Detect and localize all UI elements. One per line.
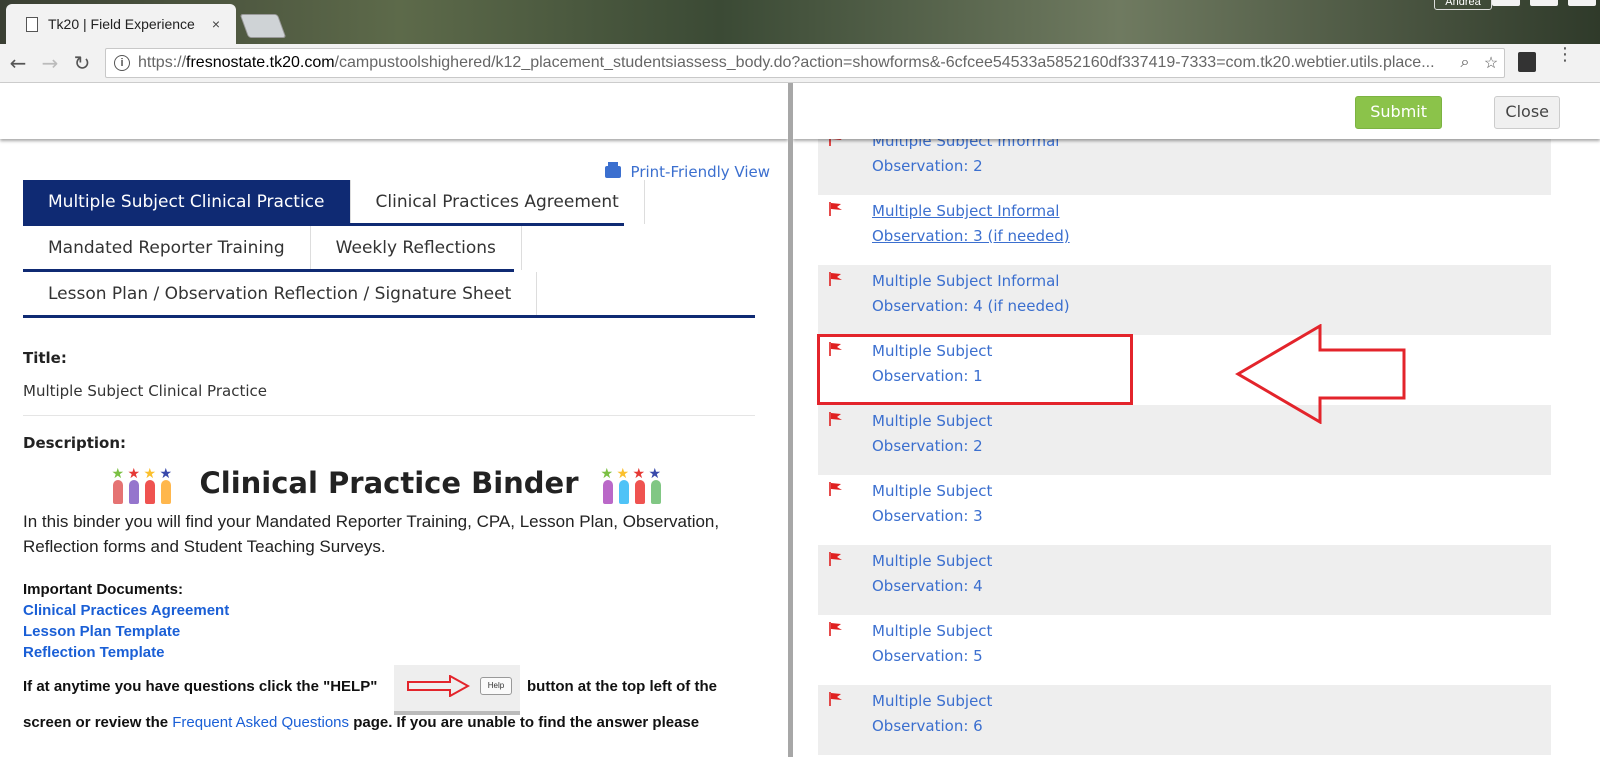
kids-clipart-right: ★ ★ ★ ★	[601, 466, 667, 504]
binder-heading: ★ ★ ★ ★ Clinical Practice Binder ★ ★ ★ ★	[23, 466, 755, 504]
title-label: Title:	[23, 349, 67, 367]
tab-underline	[23, 315, 755, 318]
printer-icon	[604, 162, 621, 178]
separator	[23, 415, 755, 416]
browser-menu-icon[interactable]: ⋮	[1556, 46, 1574, 64]
tab-mandated-reporter-training[interactable]: Mandated Reporter Training	[23, 226, 311, 270]
help-text-before: If at anytime you have questions click t…	[23, 678, 378, 695]
submit-button[interactable]: Submit	[1355, 96, 1442, 129]
observation-link[interactable]: Multiple Subject Informal Observation: 2	[872, 139, 1059, 179]
observation-link[interactable]: Multiple Subject Informal Observation: 4 …	[872, 269, 1070, 319]
tab-clinical-practices-agreement[interactable]: Clinical Practices Agreement	[351, 180, 645, 224]
tab-multiple-subject-clinical-practice[interactable]: Multiple Subject Clinical Practice	[23, 180, 351, 224]
tab-lesson-plan-observation-reflection[interactable]: Lesson Plan / Observation Reflection / S…	[23, 272, 538, 316]
print-friendly-link[interactable]: Print-Friendly View	[604, 162, 770, 181]
flag-icon	[829, 139, 842, 146]
clinical-practices-agreement-link[interactable]: Clinical Practices Agreement	[23, 602, 229, 619]
lesson-plan-template-link[interactable]: Lesson Plan Template	[23, 623, 180, 640]
right-header-bar: Submit Close	[793, 83, 1600, 139]
observation-item[interactable]: Multiple Subject Observation: 3	[818, 475, 1551, 545]
profile-button[interactable]: Andrea	[1434, 0, 1492, 10]
minimize-button[interactable]	[1492, 0, 1520, 6]
title-value: Multiple Subject Clinical Practice	[23, 382, 267, 400]
faq-link[interactable]: Frequent Asked Questions	[172, 714, 349, 731]
observation-link[interactable]: Multiple Subject Observation: 3	[872, 479, 992, 529]
intro-text: In this binder you will find your Mandat…	[23, 512, 720, 556]
close-tab-icon[interactable]: ×	[204, 16, 228, 32]
observation-link[interactable]: Multiple Subject Observation: 5	[872, 619, 992, 669]
flag-icon	[829, 692, 842, 706]
pointer-arrow-icon	[1235, 324, 1406, 424]
address-bar[interactable]: i https://fresnostate.tk20.com/campustoo…	[105, 48, 1505, 78]
description-label: Description:	[23, 434, 127, 452]
observation-item[interactable]: Multiple Subject Observation: 2	[818, 405, 1551, 475]
tab-row-2: Mandated Reporter Training Weekly Reflec…	[23, 226, 755, 272]
reload-icon[interactable]: ↻	[68, 49, 96, 77]
tab-row-1: Multiple Subject Clinical Practice Clini…	[23, 180, 755, 226]
maximize-button[interactable]	[1530, 0, 1558, 6]
help-button-image: Help	[480, 677, 512, 695]
flag-icon	[829, 552, 842, 566]
help-button-screenshot: Help	[394, 665, 520, 715]
window-controls	[1492, 0, 1596, 6]
new-tab-button[interactable]	[239, 14, 287, 38]
page-icon	[26, 16, 38, 32]
close-window-button[interactable]	[1568, 0, 1596, 6]
reflection-template-link[interactable]: Reflection Template	[23, 644, 164, 661]
forward-arrow-icon[interactable]: →	[36, 49, 64, 77]
browser-tab[interactable]: Tk20 | Field Experience ×	[6, 4, 236, 44]
extension-icon[interactable]	[1518, 52, 1536, 72]
important-documents-label: Important Documents:	[23, 581, 184, 598]
observation-item[interactable]: Multiple Subject Observation: 6	[818, 685, 1551, 755]
tab-weekly-reflections[interactable]: Weekly Reflections	[311, 226, 522, 270]
url-text[interactable]: https://fresnostate.tk20.com/campustools…	[138, 54, 1452, 72]
close-button[interactable]: Close	[1494, 96, 1560, 129]
observation-item[interactable]: Multiple Subject Informal Observation: 4 …	[818, 265, 1551, 335]
right-pane: Multiple Subject Informal Observation: 2 M…	[793, 139, 1600, 757]
red-arrow-icon	[407, 675, 470, 697]
flag-icon	[829, 622, 842, 636]
observation-link[interactable]: Multiple Subject Informal Observation: 3 …	[872, 199, 1070, 249]
observation-item[interactable]: Multiple Subject Informal Observation: 2	[818, 139, 1551, 195]
highlight-box	[817, 334, 1133, 405]
faq-text: screen or review the Frequent Asked Ques…	[23, 714, 700, 731]
tab-row-3: Lesson Plan / Observation Reflection / S…	[23, 272, 755, 318]
flag-icon	[829, 482, 842, 496]
flag-icon	[829, 202, 842, 216]
flag-icon	[829, 412, 842, 426]
observation-link[interactable]: Multiple Subject Observation: 2	[872, 409, 992, 459]
bookmark-star-icon[interactable]: ☆	[1478, 53, 1504, 73]
form-tabs: Multiple Subject Clinical Practice Clini…	[23, 180, 755, 318]
flag-icon	[829, 272, 842, 286]
help-text-after: button at the top left of the	[527, 678, 717, 695]
zoom-icon[interactable]: ⌕	[1452, 54, 1478, 72]
observation-item[interactable]: Multiple Subject Observation: 5	[818, 615, 1551, 685]
binder-title: Clinical Practice Binder	[199, 466, 579, 500]
observation-link[interactable]: Multiple Subject Observation: 6	[872, 689, 992, 739]
kids-clipart-left: ★ ★ ★ ★	[111, 466, 177, 504]
browser-tab-strip: Tk20 | Field Experience × Andrea	[0, 0, 1600, 44]
browser-toolbar: ← → ↻ i https://fresnostate.tk20.com/cam…	[0, 44, 1600, 83]
observation-item[interactable]: Multiple Subject Observation: 4	[818, 545, 1551, 615]
info-icon[interactable]: i	[114, 55, 130, 71]
back-arrow-icon[interactable]: ←	[4, 49, 32, 77]
pane-divider[interactable]	[788, 83, 793, 757]
observation-item[interactable]: Multiple Subject Informal Observation: 3 …	[818, 195, 1551, 265]
browser-tab-title: Tk20 | Field Experience	[48, 16, 195, 32]
observation-link[interactable]: Multiple Subject Observation: 4	[872, 549, 992, 599]
left-header-bar	[0, 83, 788, 139]
